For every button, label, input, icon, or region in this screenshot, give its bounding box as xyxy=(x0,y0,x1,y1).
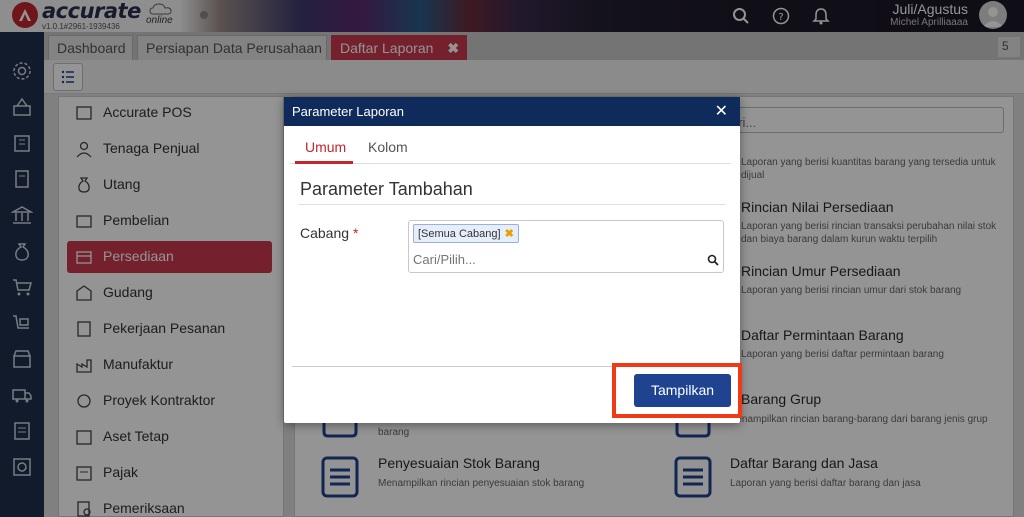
cabang-multiselect[interactable]: [Semua Cabang] ✖ xyxy=(408,220,724,273)
required-mark: * xyxy=(352,225,359,241)
active-tab-indicator xyxy=(295,161,353,164)
tab-umum[interactable]: Umum xyxy=(305,139,346,155)
tab-kolom[interactable]: Kolom xyxy=(368,139,408,155)
divider xyxy=(298,204,726,205)
dialog-header: Parameter Laporan ✕ xyxy=(284,97,740,126)
cabang-search-input[interactable] xyxy=(413,249,713,269)
field-label-text: Cabang xyxy=(300,225,350,241)
highlight-box xyxy=(612,363,742,418)
section-title: Parameter Tambahan xyxy=(300,179,473,199)
dialog-title: Parameter Laporan xyxy=(292,104,405,119)
search-icon[interactable] xyxy=(707,254,719,266)
close-icon[interactable]: ✕ xyxy=(715,101,728,121)
dialog-tabs: Umum Kolom xyxy=(290,126,731,164)
remove-chip-icon[interactable]: ✖ xyxy=(505,228,514,240)
chip-label: [Semua Cabang] xyxy=(418,228,501,240)
cabang-label: Cabang * xyxy=(300,225,358,241)
selected-chip: [Semua Cabang] ✖ xyxy=(413,224,519,243)
